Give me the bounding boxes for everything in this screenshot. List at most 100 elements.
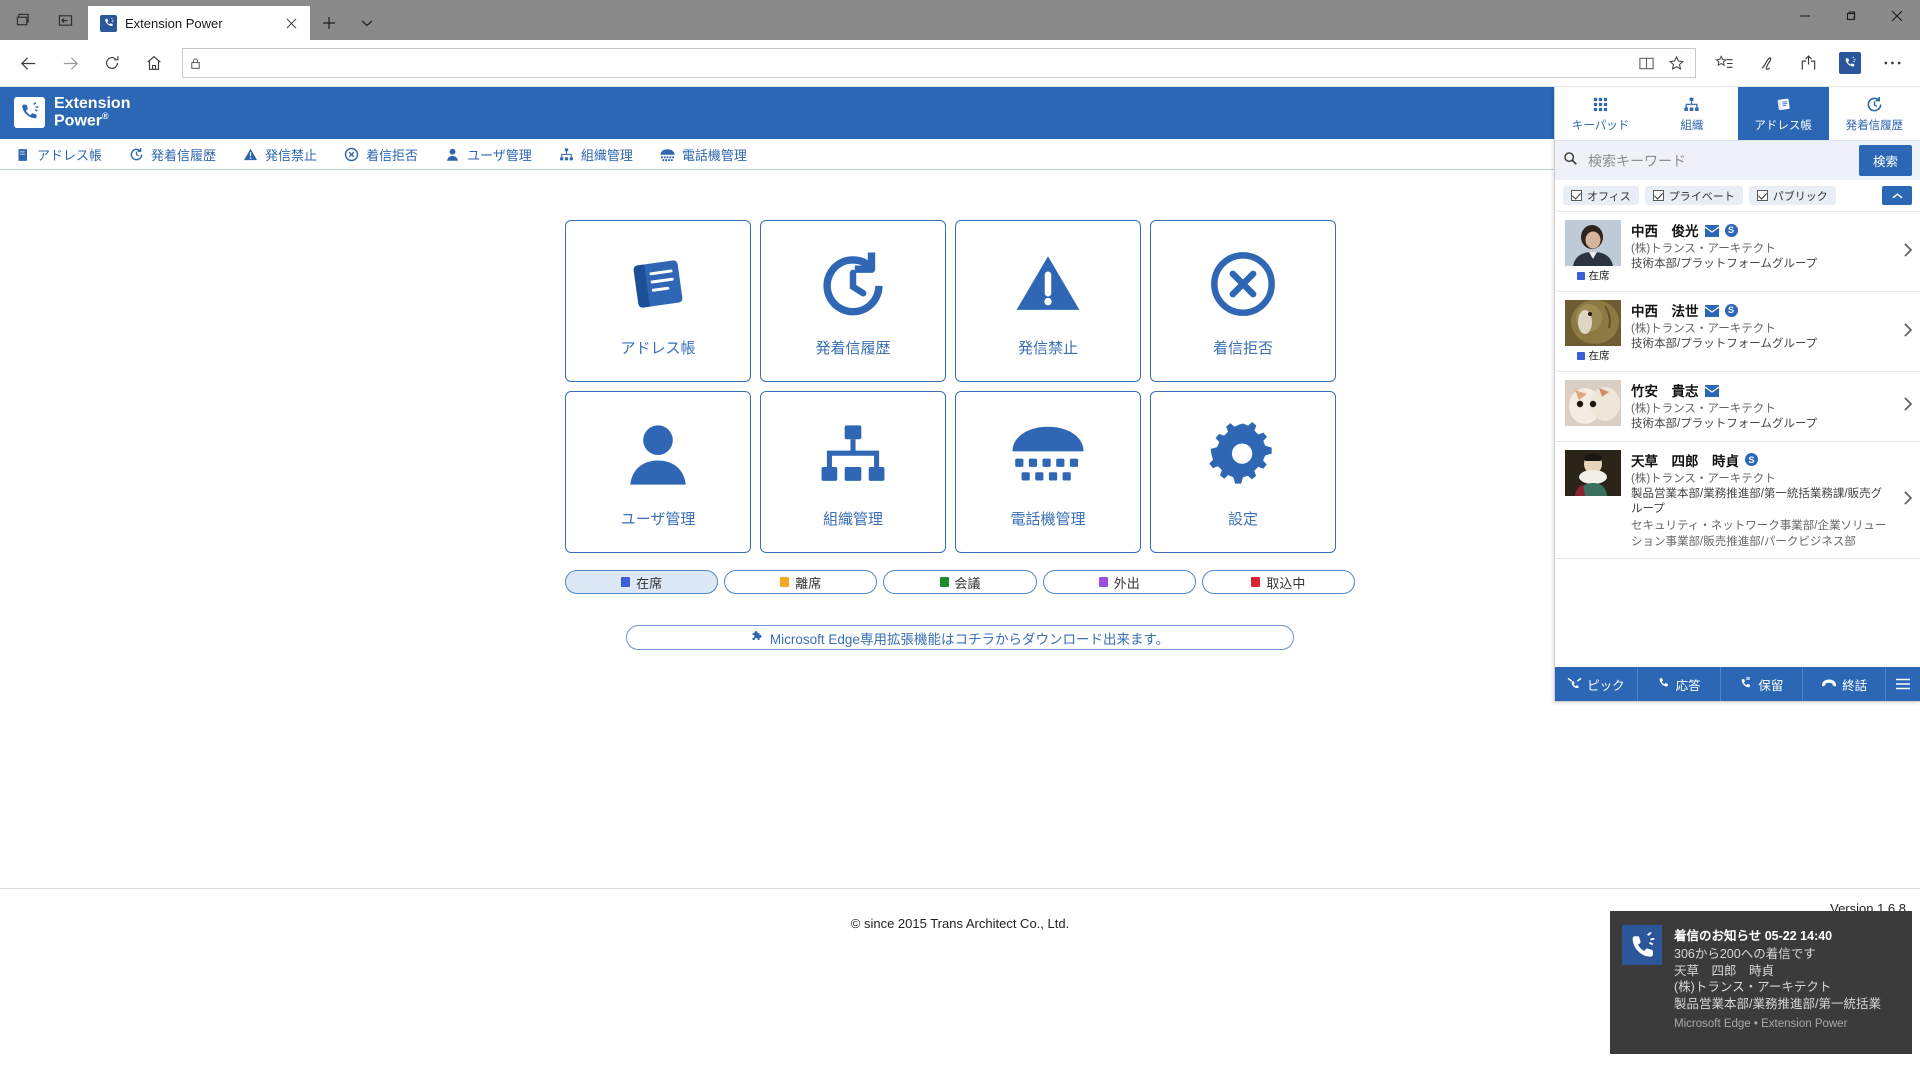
- contact-body: 中西 法世 S (株)トランス・アーキテクト 技術本部/プラットフォームグループ: [1631, 300, 1889, 353]
- tab-organization[interactable]: 組織: [1646, 87, 1737, 140]
- download-extension-link[interactable]: Microsoft Edge専用拡張機能はコチラからダウンロード出来ます。: [626, 625, 1294, 650]
- new-tab-button[interactable]: [310, 6, 348, 40]
- mail-icon[interactable]: [1705, 305, 1719, 316]
- tile-outgoing-ban[interactable]: 発信禁止: [955, 220, 1141, 382]
- settings-more-icon[interactable]: [1872, 43, 1912, 83]
- forward-arrow-icon[interactable]: [50, 43, 90, 83]
- chevron-right-icon[interactable]: [1899, 491, 1912, 509]
- legend-chip-present[interactable]: 在席: [565, 570, 718, 594]
- gear-icon: [1206, 416, 1280, 494]
- mail-icon[interactable]: [1705, 385, 1719, 396]
- tab-address-book[interactable]: アドレス帳: [1738, 87, 1829, 140]
- checkbox-icon[interactable]: [1571, 190, 1582, 201]
- chevron-right-icon[interactable]: [1899, 397, 1912, 415]
- checkbox-icon[interactable]: [1757, 190, 1768, 201]
- back-arrow-icon[interactable]: [8, 43, 48, 83]
- extension-power-icon[interactable]: [1830, 43, 1870, 83]
- filter-chip-public[interactable]: パブリック: [1749, 186, 1836, 205]
- action-label: 終話: [1842, 675, 1867, 694]
- tile-phone-management[interactable]: 電話機管理: [955, 391, 1141, 553]
- chevron-down-icon[interactable]: [348, 6, 386, 40]
- incoming-call-toast[interactable]: 着信のお知らせ 05-22 14:40 306から200への着信です 天草 四郎…: [1610, 911, 1912, 1054]
- browser-titlebar: Extension Power: [0, 0, 1920, 40]
- contact-list[interactable]: 在席 中西 俊光 S (株)トランス・アーキテクト 技術本部/プラットフォームグ: [1555, 211, 1920, 667]
- mail-icon[interactable]: [1705, 225, 1719, 236]
- pickup-button[interactable]: ピック: [1555, 667, 1638, 701]
- legend-chip-away[interactable]: 離席: [724, 570, 877, 594]
- lock-icon: [189, 57, 202, 70]
- toast-title: 着信のお知らせ 05-22 14:40: [1674, 925, 1900, 944]
- nav-item-incoming-reject[interactable]: 着信拒否: [339, 139, 440, 170]
- tile-label: アドレス帳: [620, 337, 695, 358]
- web-notes-icon[interactable]: [1746, 43, 1786, 83]
- skype-icon[interactable]: S: [1725, 304, 1738, 317]
- tile-incoming-reject[interactable]: 着信拒否: [1150, 220, 1336, 382]
- tile-user-management[interactable]: ユーザ管理: [565, 391, 751, 553]
- nav-item-user-management[interactable]: ユーザ管理: [440, 139, 554, 170]
- chevron-right-icon[interactable]: [1899, 323, 1912, 341]
- chevron-up-icon[interactable]: [1882, 186, 1912, 205]
- nav-item-label: 組織管理: [581, 145, 633, 164]
- puzzle-piece-icon: [751, 630, 764, 646]
- checkbox-icon[interactable]: [1653, 190, 1664, 201]
- favorites-list-icon[interactable]: [1704, 43, 1744, 83]
- contact-list-item[interactable]: 天草 四郎 時貞 S (株)トランス・アーキテクト 製品営業本部/業務推進部/第…: [1555, 442, 1920, 559]
- legend-chip-out[interactable]: 外出: [1043, 570, 1196, 594]
- browser-tab[interactable]: Extension Power: [88, 6, 310, 40]
- tab-label: 組織: [1680, 117, 1703, 133]
- refresh-icon[interactable]: [92, 43, 132, 83]
- tab-call-history[interactable]: 発着信履歴: [1829, 87, 1920, 140]
- tile-org-management[interactable]: 組織管理: [760, 391, 946, 553]
- window-close-icon[interactable]: [1874, 0, 1920, 32]
- nav-item-org-management[interactable]: 組織管理: [554, 139, 655, 170]
- nav-item-outgoing-ban[interactable]: 発信禁止: [238, 139, 339, 170]
- tab-preview-icon[interactable]: [2, 0, 44, 40]
- contact-org: (株)トランス・アーキテクト: [1631, 472, 1889, 487]
- share-icon[interactable]: [1788, 43, 1828, 83]
- legend-chip-busy[interactable]: 取込中: [1202, 570, 1355, 594]
- address-book-icon: [14, 146, 31, 163]
- toast-line-4: 製品営業本部/業務推進部/第一統括業: [1674, 996, 1900, 1013]
- address-bar[interactable]: [182, 48, 1696, 78]
- avatar: [1565, 220, 1621, 266]
- contact-list-item[interactable]: 竹安 貴志 (株)トランス・アーキテクト 技術本部/プラットフォームグループ: [1555, 372, 1920, 442]
- favorite-star-icon[interactable]: [1663, 50, 1689, 76]
- search-input[interactable]: [1588, 153, 1851, 169]
- search-input-wrap[interactable]: [1563, 151, 1851, 171]
- tab-keypad[interactable]: キーパッド: [1555, 87, 1646, 140]
- home-icon[interactable]: [134, 43, 174, 83]
- answer-button[interactable]: 応答: [1638, 667, 1721, 701]
- reading-view-icon[interactable]: [1633, 50, 1659, 76]
- close-icon[interactable]: [280, 12, 302, 34]
- contact-list-item[interactable]: 在席 中西 法世 S (株)トランス・アーキテクト 技術本部/プラットフォームグ: [1555, 292, 1920, 372]
- action-label: 応答: [1676, 675, 1701, 694]
- filter-chip-office[interactable]: オフィス: [1563, 186, 1639, 205]
- hamburger-menu-icon[interactable]: [1886, 667, 1920, 701]
- filter-chip-private[interactable]: プライベート: [1645, 186, 1743, 205]
- search-button[interactable]: 検索: [1859, 145, 1912, 176]
- history-icon: [1866, 95, 1883, 114]
- address-book-icon: [621, 245, 695, 323]
- tile-address-book[interactable]: アドレス帳: [565, 220, 751, 382]
- contact-list-item[interactable]: 在席 中西 俊光 S (株)トランス・アーキテクト 技術本部/プラットフォームグ: [1555, 212, 1920, 292]
- legend-chip-meeting[interactable]: 会議: [883, 570, 1036, 594]
- status-swatch: [1577, 272, 1585, 280]
- toast-body: 着信のお知らせ 05-22 14:40 306から200への着信です 天草 四郎…: [1674, 925, 1900, 1040]
- minimize-icon[interactable]: [1782, 0, 1828, 32]
- tile-settings[interactable]: 設定: [1150, 391, 1336, 553]
- skype-icon[interactable]: S: [1725, 224, 1738, 237]
- maximize-icon[interactable]: [1828, 0, 1874, 32]
- chevron-right-icon[interactable]: [1899, 243, 1912, 261]
- hold-button[interactable]: 保留: [1721, 667, 1804, 701]
- legend-label: 外出: [1114, 573, 1140, 592]
- nav-item-call-history[interactable]: 発着信履歴: [124, 139, 238, 170]
- nav-item-address-book[interactable]: アドレス帳: [10, 139, 124, 170]
- brand-text: Extension Power®: [54, 96, 130, 130]
- tile-call-history[interactable]: 発着信履歴: [760, 220, 946, 382]
- nav-item-phone-management[interactable]: 電話機管理: [655, 139, 769, 170]
- set-tabs-aside-icon[interactable]: [44, 0, 86, 40]
- contact-dept: 製品営業本部/業務推進部/第一統括業務課/販売グループ: [1631, 487, 1889, 518]
- skype-icon[interactable]: S: [1745, 453, 1758, 466]
- hangup-button[interactable]: 終話: [1803, 667, 1886, 701]
- status-swatch: [621, 577, 630, 587]
